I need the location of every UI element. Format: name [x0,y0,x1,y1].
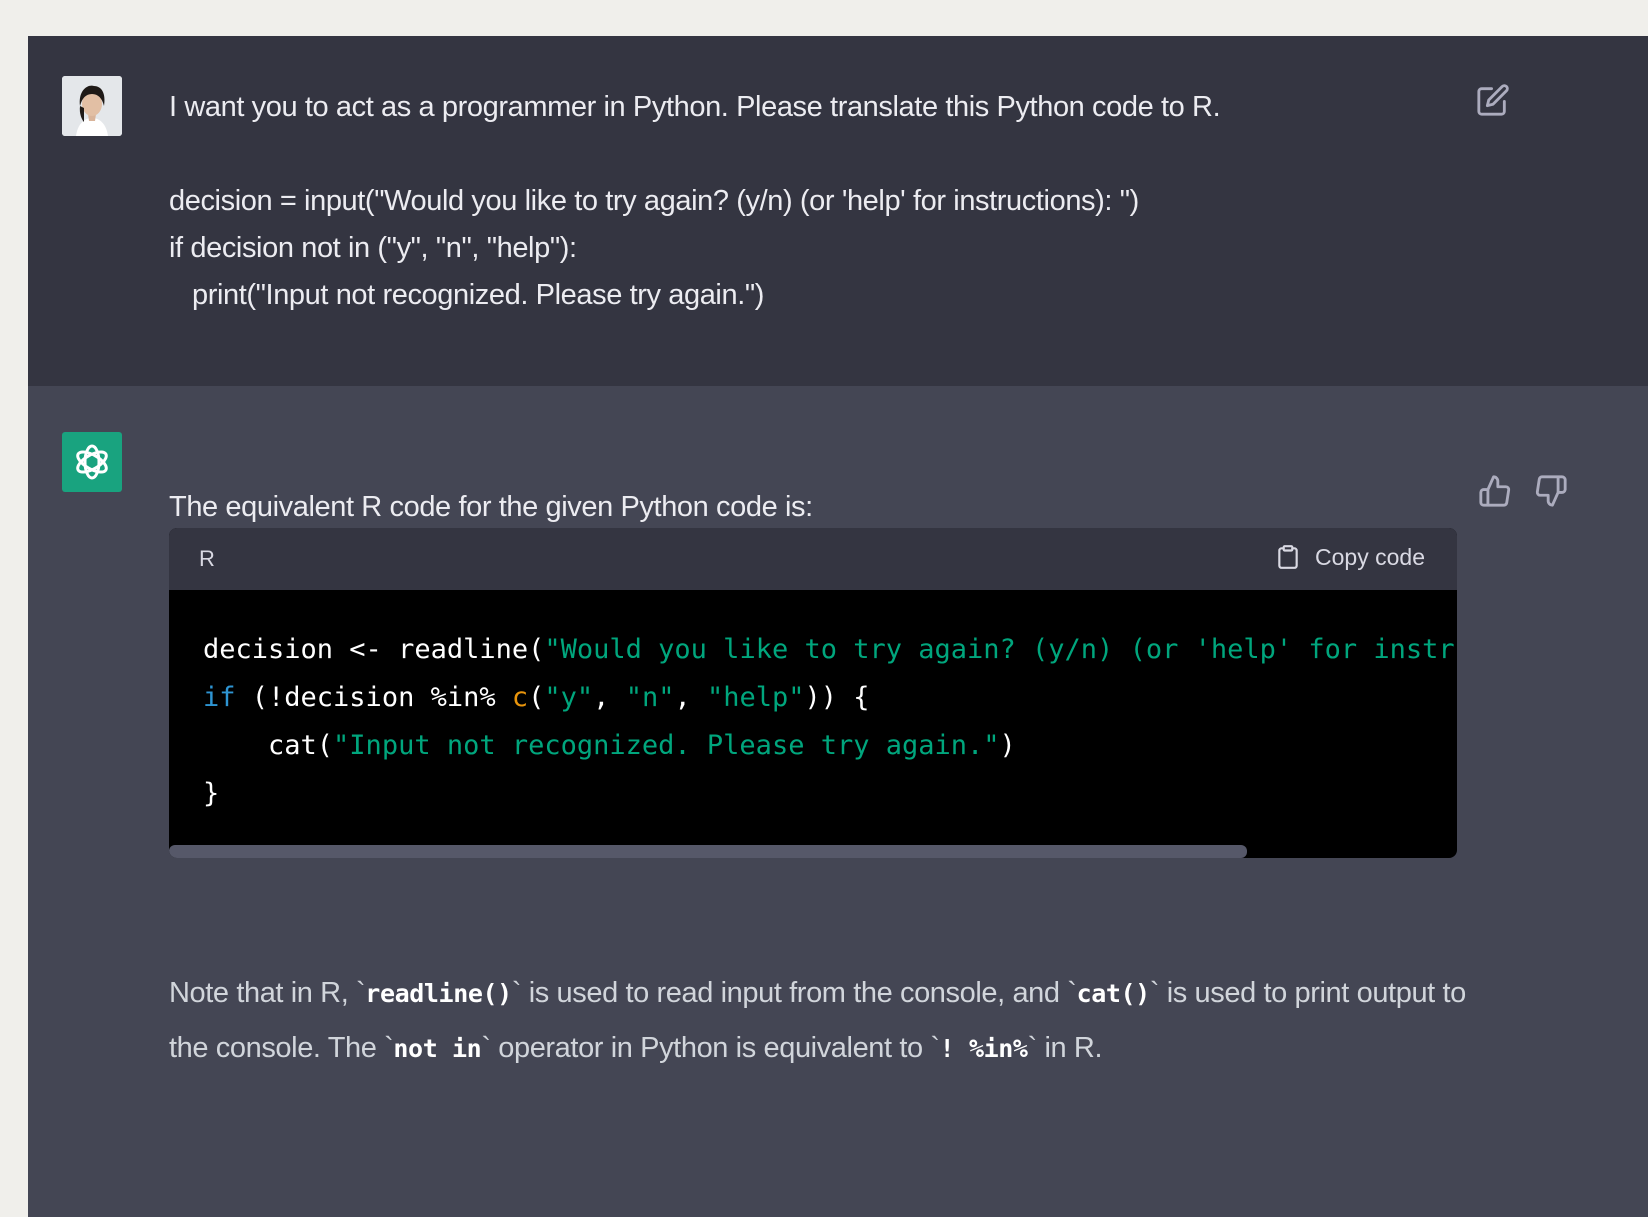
code-content: decision <- readline("Would you like to … [203,626,1457,818]
user-message-line: I want you to act as a programmer in Pyt… [169,91,1221,123]
clipboard-icon [1278,545,1298,569]
user-message-line: print("Input not recognized. Please try … [169,279,765,311]
note-text: ` operator in Python is equivalent to ` [481,1032,940,1064]
user-message-line: ​ [169,131,1220,178]
inline-code: readline() [365,979,512,1008]
user-message-line: decision = input("Would you like to try … [169,185,1139,217]
user-message-line: if decision not in ("y", "n", "help"): [169,232,577,264]
code-token: "help" [706,682,805,713]
code-token: , [674,682,707,713]
code-token: )) { [804,682,870,713]
code-token: c [511,682,529,713]
chat-window: I want you to act as a programmer in Pyt… [28,36,1648,1217]
user-avatar [62,76,122,136]
assistant-message-row: The equivalent R code for the given Pyth… [28,386,1648,1217]
inline-code: cat() [1076,979,1151,1008]
openai-logo-icon [76,444,108,480]
assistant-note-text: Note that in R, `readline()` is used to … [169,966,1469,1076]
note-text: Note that in R, ` [169,977,366,1009]
code-block-header: R Copy code [169,528,1457,590]
code-line: decision <- readline("Would you like to … [203,626,1457,674]
inline-code: ! %in% [939,1034,1028,1063]
code-token: decision <- readline( [203,634,545,665]
user-message-row: I want you to act as a programmer in Pyt… [28,36,1648,386]
code-token: "y" [544,682,594,713]
edit-message-button[interactable] [1476,83,1510,122]
user-avatar-photo [62,76,122,136]
code-token: "Would you like to try again? (y/n) (or … [544,634,1457,665]
edit-icon [1477,84,1509,116]
code-token: } [203,778,220,809]
code-token: "n" [625,682,675,713]
thumbs-up-icon [1479,475,1511,507]
thumbs-down-icon [1535,475,1567,507]
code-line: if (!decision %in% c("y", "n", "help")) … [203,674,1457,722]
thumbs-up-button[interactable] [1478,474,1512,513]
code-language-label: R [199,546,215,571]
thumbs-down-button[interactable] [1534,474,1568,513]
code-token: , [593,682,626,713]
note-text: ` is used to read input from the console… [511,977,1077,1009]
inline-code: not in [393,1034,482,1063]
copy-code-label: Copy code [1315,543,1425,570]
note-text: ` in R. [1027,1032,1103,1064]
code-block: R Copy code decision <- readline("Would … [169,528,1457,858]
code-token: cat( [203,730,334,761]
user-message-text: I want you to act as a programmer in Pyt… [169,84,1221,319]
code-line: } [203,770,1457,818]
code-line: cat("Input not recognized. Please try ag… [203,722,1457,770]
assistant-avatar [62,432,122,492]
code-token: "Input not recognized. Please try again.… [333,730,1000,761]
copy-code-button[interactable]: Copy code [1275,542,1425,572]
code-token: ) [999,730,1016,761]
code-token: ( [528,682,545,713]
code-token: (!decision %in% [235,682,512,713]
code-horizontal-scrollbar[interactable] [169,845,1248,858]
code-token: if [203,682,236,713]
assistant-intro-text: The equivalent R code for the given Pyth… [169,491,813,523]
